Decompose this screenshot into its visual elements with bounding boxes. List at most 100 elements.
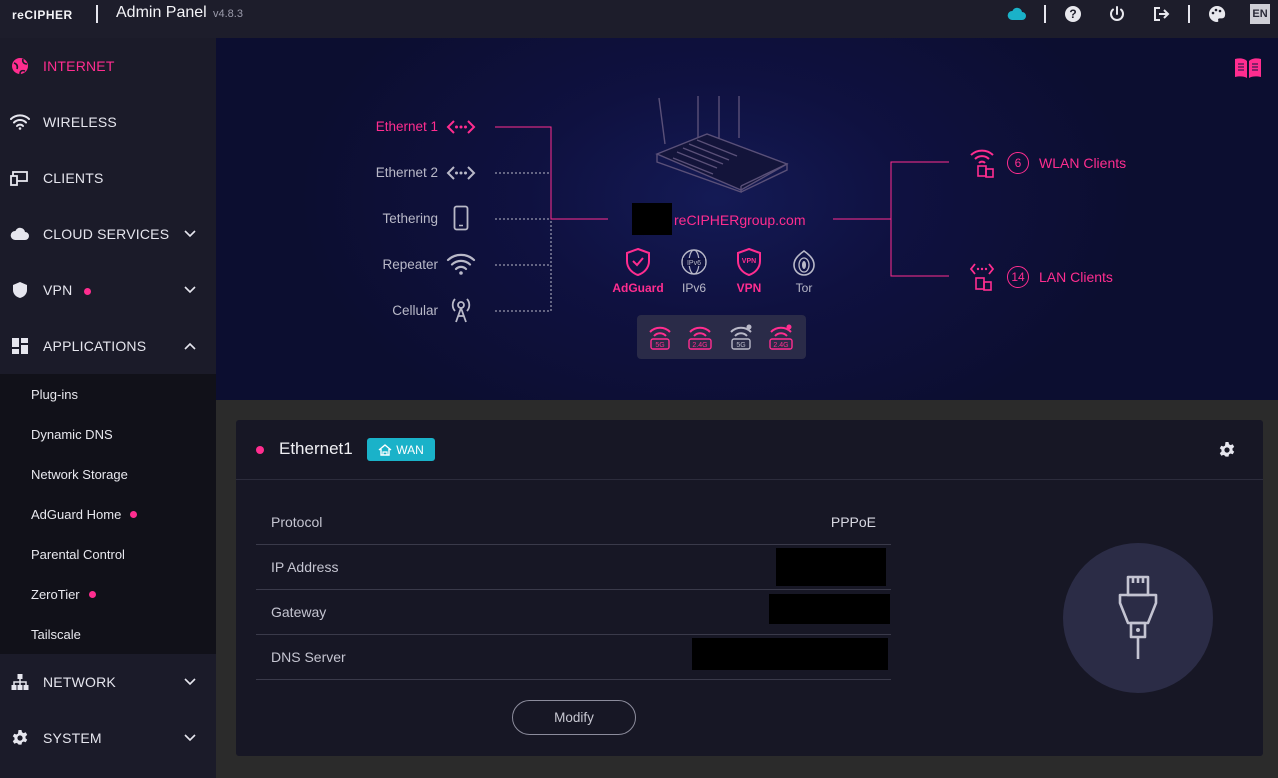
svg-text:VPN: VPN [742,258,756,265]
wlan-client-icon [969,148,997,178]
info-key: Protocol [271,514,323,530]
redacted-block [632,203,672,235]
phone-icon [446,205,476,231]
divider [96,5,98,23]
apps-icon [10,336,30,356]
network-topology-panel: Ethernet 1 Ethernet 2 Tethering Repeater… [216,38,1278,400]
status-dot [256,446,264,454]
globe-icon [10,56,30,76]
home-network-icon [378,443,392,456]
brand-logo: reCIPHER [12,8,73,22]
app-version: v4.8.3 [213,8,243,20]
ethernet-detail-card: Ethernet1 WAN Protocol PPPoE IP Address … [236,420,1263,756]
card-header: Ethernet1 WAN [236,420,1263,480]
lan-clients-label: LAN Clients [1039,269,1113,285]
wifi-2g-icon[interactable]: 2.4G [687,323,713,351]
info-row-gateway: Gateway [256,590,891,635]
shield-icon [10,280,30,300]
feature-adguard[interactable]: AdGuard [608,248,668,295]
ethernet-icon [446,160,476,186]
logout-icon[interactable] [1151,4,1171,24]
antenna-icon [446,296,476,323]
chevron-down-icon [183,283,197,297]
info-key: Gateway [271,604,327,620]
info-key: IP Address [271,559,339,575]
feature-tor[interactable]: Tor [774,248,834,295]
info-row-ip-address: IP Address [256,545,891,590]
sidebar-item-label: CLOUD SERVICES [43,226,170,242]
help-icon[interactable]: ? [1063,4,1083,24]
redacted-value [769,594,890,624]
sidebar-item-label: CLIENTS [43,170,104,186]
wan-badge: WAN [367,438,435,461]
language-button[interactable]: EN [1250,4,1270,24]
sidebar-item-label: VPN [43,282,92,298]
submenu-item-plugins[interactable]: Plug-ins [31,387,78,402]
wireless-bands: 5G 2.4G 5G 2.4G [637,315,806,359]
info-row-dns-server: DNS Server [256,635,891,680]
wifi-5g-icon[interactable]: 5G [647,323,673,351]
feature-label: Tor [795,281,813,295]
info-value: PPPoE [830,514,876,530]
vpn-icon: VPN [719,248,779,276]
settings-gear-icon[interactable] [1218,441,1236,459]
app-title: Admin Panel [116,4,207,21]
sidebar-item-clients[interactable]: CLIENTS [0,150,216,206]
submenu-item-tailscale[interactable]: Tailscale [31,627,81,642]
devices-icon [10,168,30,188]
vpn-label: VPN [43,282,73,298]
chevron-down-icon [183,675,197,689]
submenu-label: Dynamic DNS [31,427,113,442]
wlan-clients-label: WLAN Clients [1039,155,1127,171]
sidebar-item-label: INTERNET [43,58,115,74]
router-image [655,96,789,193]
redacted-value [692,638,888,670]
connection-label-ethernet-2[interactable]: Ethernet 2 [318,165,438,180]
chevron-down-icon [183,731,197,745]
submenu-item-parental-control[interactable]: Parental Control [31,547,125,562]
sidebar-item-wireless[interactable]: WIRELESS [0,94,216,150]
modify-button[interactable]: Modify [512,700,636,735]
submenu-label: Parental Control [31,547,125,562]
gear-icon [10,728,30,748]
sidebar-item-network[interactable]: NETWORK [0,654,216,710]
status-dot [84,288,92,295]
sidebar-item-internet[interactable]: INTERNET [0,38,216,94]
guest-wifi-2g-icon[interactable]: 2.4G [768,323,794,351]
sidebar-item-applications[interactable]: APPLICATIONS [0,318,216,374]
guest-wifi-5g-icon[interactable]: 5G [728,323,754,351]
feature-ipv6[interactable]: IPv6 IPv6 [664,248,724,295]
lan-clients-count: 14 [1007,266,1029,288]
card-title: Ethernet1 [279,439,353,458]
cloud-icon[interactable] [1007,4,1027,24]
submenu-item-zerotier[interactable]: ZeroTier [31,587,96,602]
submenu-item-adguard-home[interactable]: AdGuard Home [31,507,138,522]
divider [1044,5,1046,23]
wlan-clients-link[interactable]: 6 WLAN Clients [969,148,1126,178]
connection-label-repeater[interactable]: Repeater [318,257,438,272]
badge-label: WAN [396,442,424,457]
brand-name: reCIPHER [12,8,73,22]
feature-label: IPv6 [681,281,706,295]
connection-label-cellular[interactable]: Cellular [318,303,438,318]
connection-label-tethering[interactable]: Tethering [318,211,438,226]
feature-label: VPN [736,281,762,295]
sidebar-item-cloud-services[interactable]: CLOUD SERVICES [0,206,216,262]
submenu-item-network-storage[interactable]: Network Storage [31,467,128,482]
sidebar-item-label: APPLICATIONS [43,338,147,354]
applications-submenu: Plug-ins Dynamic DNS Network Storage AdG… [0,374,216,654]
svg-text:?: ? [1069,7,1076,21]
submenu-item-dynamic-dns[interactable]: Dynamic DNS [31,427,113,442]
palette-icon[interactable] [1207,4,1227,24]
divider [1188,5,1190,23]
power-icon[interactable] [1107,4,1127,24]
connection-label-ethernet-1[interactable]: Ethernet 1 [318,119,438,134]
sidebar-item-vpn[interactable]: VPN [0,262,216,318]
redacted-value [776,548,886,586]
network-icon [10,672,30,692]
feature-vpn[interactable]: VPN VPN [719,248,779,295]
lan-clients-link[interactable]: 14 LAN Clients [969,262,1113,292]
sidebar-item-system[interactable]: SYSTEM [0,710,216,766]
svg-text:IPv6: IPv6 [687,260,701,267]
tor-icon [774,248,834,276]
